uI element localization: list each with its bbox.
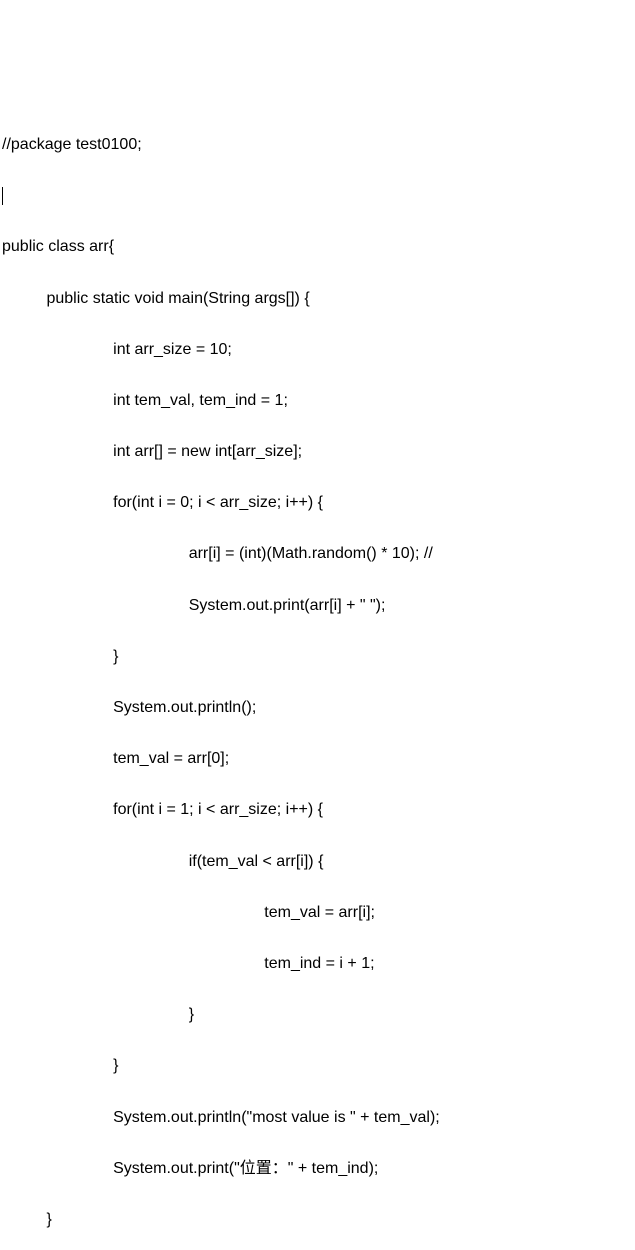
code-line: System.out.println("most value is " + te… <box>0 1105 635 1131</box>
code-line: tem_ind = i + 1; <box>0 951 635 977</box>
code-line: } <box>0 644 635 670</box>
code-line-cursor <box>0 183 635 209</box>
code-line: System.out.print("位置：" + tem_ind); <box>0 1156 635 1182</box>
code-line: } <box>0 1053 635 1079</box>
code-line: public class arr{ <box>0 234 635 260</box>
code-line: } <box>0 1002 635 1028</box>
code-line: int arr_size = 10; <box>0 337 635 363</box>
code-line: for(int i = 0; i < arr_size; i++) { <box>0 490 635 516</box>
code-line: //package test0100; <box>0 132 635 158</box>
code-line: int arr[] = new int[arr_size]; <box>0 439 635 465</box>
code-line: System.out.println(); <box>0 695 635 721</box>
code-line: int tem_val, tem_ind = 1; <box>0 388 635 414</box>
code-line: arr[i] = (int)(Math.random() * 10); // <box>0 541 635 567</box>
code-line: public static void main(String args[]) { <box>0 286 635 312</box>
code-line: System.out.print(arr[i] + " "); <box>0 593 635 619</box>
code-block: //package test0100; public class arr{ pu… <box>0 106 635 1250</box>
code-line: tem_val = arr[i]; <box>0 900 635 926</box>
code-line: if(tem_val < arr[i]) { <box>0 849 635 875</box>
text-cursor <box>2 187 3 205</box>
code-line: } <box>0 1207 635 1233</box>
code-line: for(int i = 1; i < arr_size; i++) { <box>0 797 635 823</box>
code-line: tem_val = arr[0]; <box>0 746 635 772</box>
